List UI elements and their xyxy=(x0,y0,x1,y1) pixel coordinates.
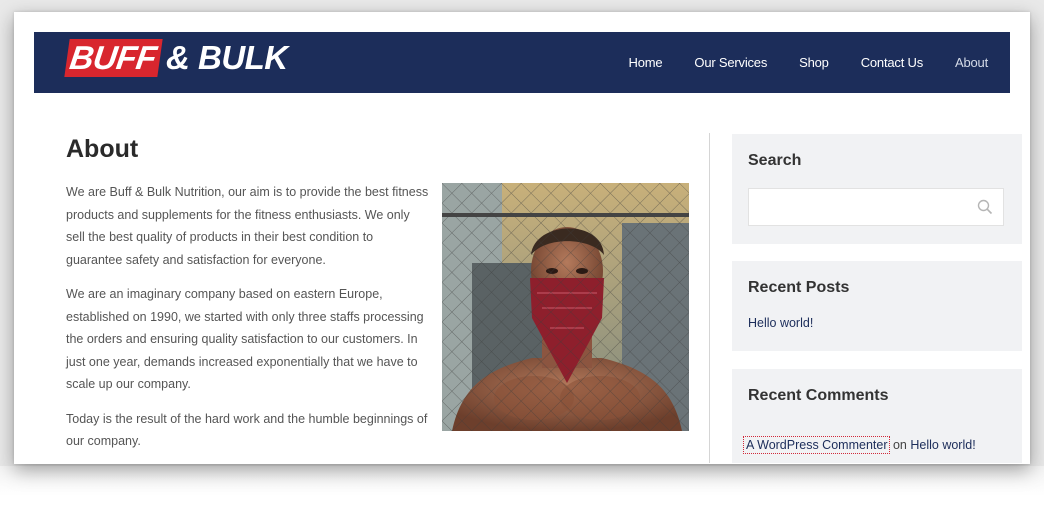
comment-author-link[interactable]: A WordPress Commenter xyxy=(742,436,891,454)
search-widget: Search xyxy=(732,134,1022,244)
page-title: About xyxy=(66,135,139,163)
page-content: About We are Buff & Bulk Nutrition, our … xyxy=(34,93,1022,464)
comment-post-link[interactable]: Hello world! xyxy=(910,438,975,452)
about-photo xyxy=(442,183,689,431)
recent-comments-widget: Recent Comments A WordPress Commenter on… xyxy=(732,369,1022,463)
recent-comment-item: A WordPress Commenter on Hello world! xyxy=(742,436,976,454)
search-widget-title: Search xyxy=(748,152,802,169)
nav-shop[interactable]: Shop xyxy=(799,55,829,70)
browser-page: BUFF & BULK Home Our Services Shop Conta… xyxy=(14,12,1030,464)
search-icon[interactable] xyxy=(977,199,993,220)
recent-posts-widget: Recent Posts Hello world! xyxy=(732,261,1022,351)
main-nav: Home Our Services Shop Contact Us About xyxy=(629,32,1010,93)
search-box xyxy=(748,188,1004,226)
site-logo[interactable]: BUFF & BULK xyxy=(64,38,288,78)
nav-home[interactable]: Home xyxy=(629,55,663,70)
logo-buff-text: BUFF xyxy=(64,39,163,77)
recent-comments-title: Recent Comments xyxy=(748,387,889,404)
column-divider xyxy=(709,133,710,463)
about-paragraph-3: Today is the result of the hard work and… xyxy=(66,411,428,449)
page-bottom-shadow xyxy=(0,466,1044,516)
comment-connector: on xyxy=(892,438,907,452)
about-paragraph-1: We are Buff & Bulk Nutrition, our aim is… xyxy=(66,185,429,267)
about-text: We are Buff & Bulk Nutrition, our aim is… xyxy=(66,181,431,464)
search-input[interactable] xyxy=(755,189,969,225)
recent-post-link[interactable]: Hello world! xyxy=(748,316,813,330)
site-header: BUFF & BULK Home Our Services Shop Conta… xyxy=(34,32,1010,93)
about-paragraph-2: We are an imaginary company based on eas… xyxy=(66,287,424,391)
bodybuilder-photo-illustration xyxy=(442,183,689,431)
nav-our-services[interactable]: Our Services xyxy=(694,55,767,70)
nav-contact-us[interactable]: Contact Us xyxy=(861,55,924,70)
nav-about[interactable]: About xyxy=(955,55,988,70)
recent-posts-title: Recent Posts xyxy=(748,279,850,296)
logo-bulk-text: & BULK xyxy=(165,39,288,76)
